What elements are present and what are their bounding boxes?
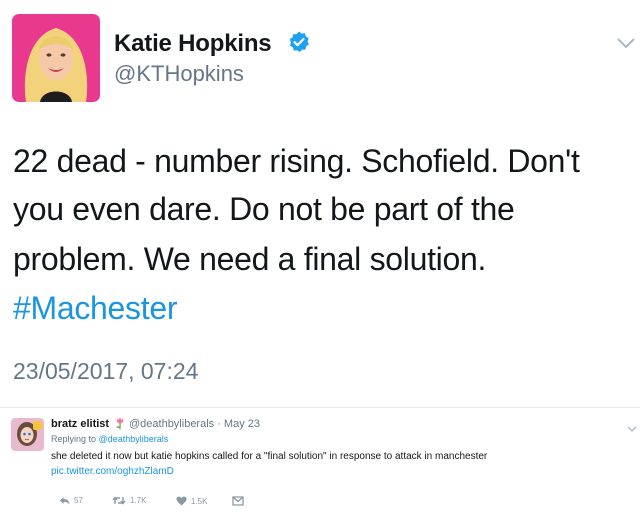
- author-name[interactable]: Katie Hopkins: [114, 30, 272, 58]
- like-button[interactable]: 1.5K: [176, 496, 207, 506]
- author-handle[interactable]: @KTHopkins: [114, 61, 244, 87]
- replying-to-label: Replying to: [51, 434, 97, 444]
- retweet-icon: [112, 496, 126, 505]
- retweet-button[interactable]: 1.7K: [112, 496, 146, 505]
- tweet-text-line: 22 dead - number rising. Schofield. Don'…: [13, 143, 580, 179]
- tweet-timestamp[interactable]: 23/05/2017, 07:24: [13, 358, 198, 385]
- flower-icon: [114, 417, 126, 430]
- reply-icon: [60, 497, 70, 505]
- replying-to-handle-link[interactable]: @deathbyliberals: [99, 434, 169, 444]
- reply-author-avatar[interactable]: [11, 418, 44, 451]
- avatar-image: [11, 418, 44, 451]
- heart-icon: [176, 496, 187, 506]
- chevron-down-icon[interactable]: [627, 420, 637, 432]
- reply-count: 57: [74, 496, 83, 505]
- replying-to-line: Replying to @deathbyliberals: [51, 434, 168, 444]
- reply-media-link[interactable]: pic.twitter.com/oghzhZlamD: [51, 466, 174, 477]
- like-count: 1.5K: [191, 496, 208, 506]
- author-avatar[interactable]: [12, 14, 100, 102]
- verified-badge-icon: [288, 31, 310, 53]
- hashtag-link[interactable]: #Machester: [13, 290, 178, 327]
- reply-text: she deleted it now but katie hopkins cal…: [51, 451, 488, 462]
- reply-button[interactable]: 57: [59, 496, 83, 505]
- tweet-text-line: problem. We need a final solution.: [13, 241, 487, 277]
- avatar-image: [12, 14, 100, 102]
- reply-author-name[interactable]: bratz elitist: [51, 418, 109, 430]
- direct-message-icon: [232, 496, 244, 506]
- divider: [0, 407, 640, 408]
- reply-handle-date[interactable]: @deathbyliberals · May 23: [129, 418, 260, 430]
- tweet-text-line: you even dare. Do not be part of the: [13, 191, 515, 227]
- chevron-down-icon[interactable]: [616, 36, 636, 50]
- retweet-count: 1.7K: [130, 496, 147, 505]
- direct-message-button[interactable]: [232, 496, 244, 506]
